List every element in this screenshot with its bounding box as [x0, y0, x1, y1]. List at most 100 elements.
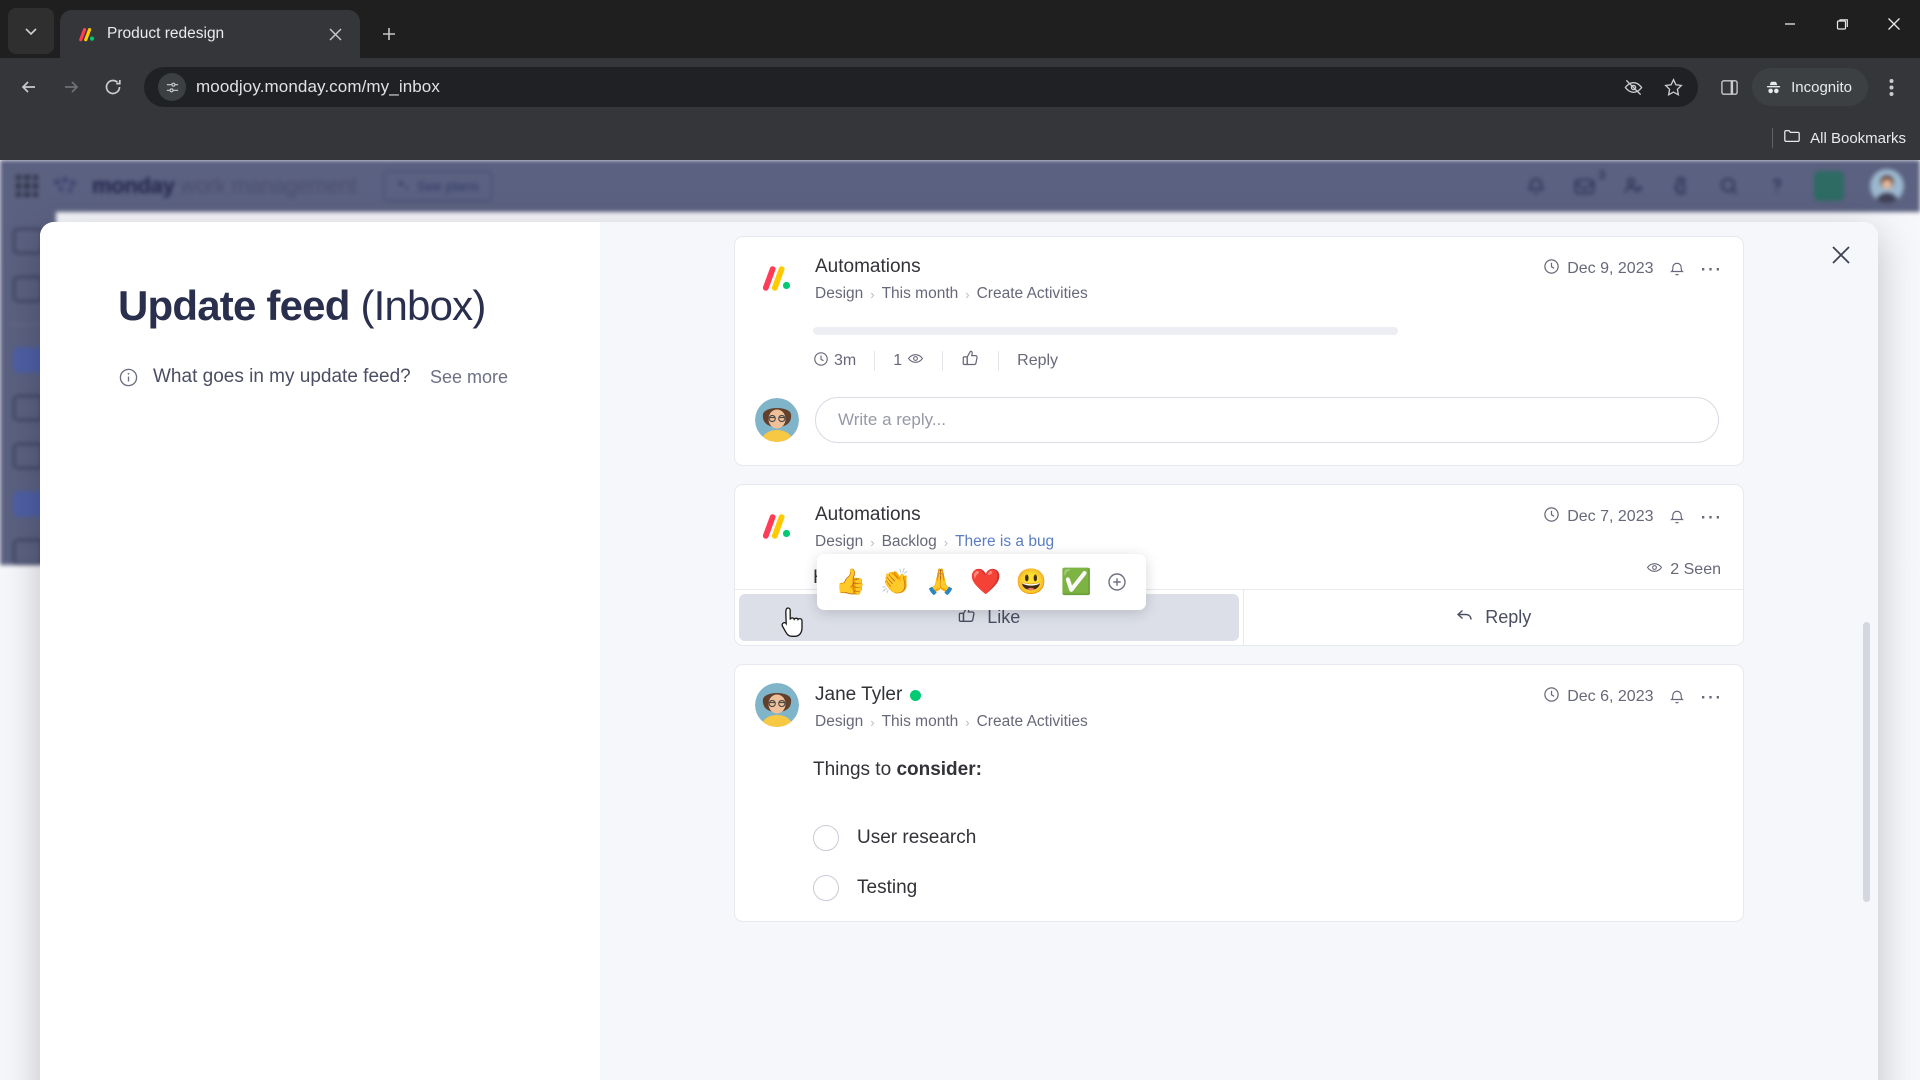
monday-logo-icon — [755, 255, 799, 299]
page-title-rest: (Inbox) — [349, 282, 486, 329]
card-more-menu-icon[interactable]: ⋯ — [1700, 506, 1724, 528]
bell-icon[interactable] — [1668, 508, 1686, 526]
online-status-dot — [910, 689, 922, 701]
card-date-text: Dec 7, 2023 — [1567, 508, 1654, 525]
views-count: 1 — [893, 352, 903, 369]
card-actions: 👍 👏 🙏 ❤️ 😃 ✅ Like Reply — [735, 554, 1744, 645]
add-reaction-icon[interactable] — [1106, 571, 1128, 593]
breadcrumb: Design › This month › Create Activities — [815, 285, 1543, 303]
reply-composer: Write a reply... — [735, 391, 1743, 465]
card-header: Automations Design › This month › Create… — [735, 237, 1743, 303]
breadcrumb-item[interactable]: Design — [815, 533, 863, 551]
browser-window: Product redesign moodjoy.monday.com/my_i… — [0, 0, 1920, 1080]
card-author-row: Jane Tyler — [815, 684, 1543, 706]
like-label: Like — [987, 607, 1021, 627]
eye-icon — [907, 350, 924, 372]
bell-icon[interactable] — [1668, 688, 1686, 706]
feed-scrollbar[interactable] — [1863, 622, 1870, 902]
chevron-right-icon: › — [965, 286, 970, 302]
page-title: Update feed (Inbox) — [118, 282, 600, 330]
checklist-item[interactable]: User research — [735, 815, 1743, 851]
card-date: Dec 7, 2023 — [1543, 506, 1654, 528]
feed-card[interactable]: Automations Design › This month › Create… — [734, 236, 1744, 466]
like-button[interactable] — [943, 349, 998, 373]
card-more-menu-icon[interactable]: ⋯ — [1700, 686, 1724, 708]
chevron-right-icon: › — [870, 534, 875, 550]
page-title-bold: Update feed — [118, 282, 350, 329]
emoji-smile[interactable]: 😃 — [1016, 569, 1047, 595]
emoji-heart[interactable]: ❤️ — [970, 569, 1001, 595]
breadcrumb-item[interactable]: Design — [815, 285, 863, 303]
card-date: Dec 9, 2023 — [1543, 258, 1654, 280]
thumbs-up-icon — [961, 349, 980, 373]
breadcrumb-item[interactable]: Create Activities — [977, 285, 1088, 303]
update-feed-modal: Update feed (Inbox) What goes in my upda… — [40, 222, 1878, 1080]
update-feed-list: Automations Design › This month › Create… — [734, 236, 1744, 922]
checklist-item[interactable]: Testing — [735, 865, 1743, 921]
card-body-text: Things to consider: — [735, 731, 1743, 781]
views-meta[interactable]: 1 — [875, 350, 942, 372]
emoji-thumbsup[interactable]: 👍 — [835, 569, 866, 595]
breadcrumb: Design › Backlog › There is a bug — [815, 533, 1543, 551]
card-meta-row: 3m 1 Reply — [735, 335, 1743, 391]
avatar — [755, 683, 799, 727]
hint-text: What goes in my update feed? — [153, 366, 411, 387]
breadcrumb-item[interactable]: Design — [815, 713, 863, 731]
mouse-cursor — [780, 606, 806, 645]
checkbox-icon[interactable] — [813, 875, 839, 901]
card-header-actions: Dec 9, 2023 ⋯ — [1543, 255, 1723, 280]
clock-icon — [1543, 686, 1560, 708]
body-plain: Things to — [813, 759, 897, 780]
breadcrumb-item[interactable]: Create Activities — [977, 713, 1088, 731]
clock-icon — [813, 351, 829, 372]
feed-card[interactable]: Automations Design › Backlog › There is … — [734, 484, 1744, 646]
clock-icon — [1543, 258, 1560, 280]
modal-overlay: Update feed (Inbox) What goes in my upda… — [0, 0, 1920, 1080]
emoji-checkmark[interactable]: ✅ — [1061, 569, 1092, 595]
clock-icon — [1543, 506, 1560, 528]
bell-icon[interactable] — [1668, 260, 1686, 278]
reply-label: Reply — [1485, 607, 1532, 627]
seen-count: 2 Seen — [1670, 561, 1721, 578]
card-header: Automations Design › Backlog › There is … — [735, 485, 1743, 551]
breadcrumb-item[interactable]: Backlog — [882, 533, 937, 551]
card-author: Jane Tyler — [815, 684, 903, 705]
card-date-text: Dec 6, 2023 — [1567, 688, 1654, 705]
hint-row: What goes in my update feed? See more — [118, 366, 600, 388]
monday-logo-icon — [755, 503, 799, 547]
card-date-text: Dec 9, 2023 — [1567, 260, 1654, 277]
chevron-right-icon: › — [965, 714, 970, 730]
avatar — [755, 398, 799, 442]
checkbox-icon[interactable] — [813, 825, 839, 851]
breadcrumb: Design › This month › Create Activities — [815, 713, 1543, 731]
time-value: 3m — [834, 352, 857, 369]
card-header: Jane Tyler Design › This month › Create … — [735, 665, 1743, 731]
eye-icon — [1646, 559, 1663, 581]
chevron-right-icon: › — [870, 286, 875, 302]
card-header-actions: Dec 6, 2023 ⋯ — [1543, 683, 1723, 708]
breadcrumb-item[interactable]: This month — [882, 713, 959, 731]
info-icon — [118, 367, 139, 388]
modal-left-panel: Update feed (Inbox) What goes in my upda… — [40, 222, 600, 1080]
see-more-link[interactable]: See more — [430, 367, 508, 388]
feed-card[interactable]: Jane Tyler Design › This month › Create … — [734, 664, 1744, 922]
emoji-reaction-popup[interactable]: 👍 👏 🙏 ❤️ 😃 ✅ — [817, 554, 1146, 610]
close-icon[interactable] — [1830, 244, 1852, 266]
card-header-main: Jane Tyler Design › This month › Create … — [815, 683, 1543, 731]
emoji-clap[interactable]: 👏 — [880, 569, 911, 595]
breadcrumb-item[interactable]: This month — [882, 285, 959, 303]
card-header-main: Automations Design › This month › Create… — [815, 255, 1543, 303]
card-more-menu-icon[interactable]: ⋯ — [1700, 258, 1724, 280]
body-bold: consider: — [896, 759, 982, 780]
breadcrumb-item[interactable]: There is a bug — [955, 533, 1054, 551]
card-header-main: Automations Design › Backlog › There is … — [815, 503, 1543, 551]
emoji-pray[interactable]: 🙏 — [925, 569, 956, 595]
card-date: Dec 6, 2023 — [1543, 686, 1654, 708]
chevron-right-icon: › — [870, 714, 875, 730]
card-author: Automations — [815, 504, 921, 525]
reply-button[interactable]: Reply — [1244, 590, 1744, 645]
reply-input[interactable]: Write a reply... — [815, 397, 1719, 443]
reply-button[interactable]: Reply — [999, 352, 1076, 370]
card-header-actions: Dec 7, 2023 ⋯ — [1543, 503, 1723, 528]
seen-indicator[interactable]: 2 Seen — [1646, 559, 1721, 581]
